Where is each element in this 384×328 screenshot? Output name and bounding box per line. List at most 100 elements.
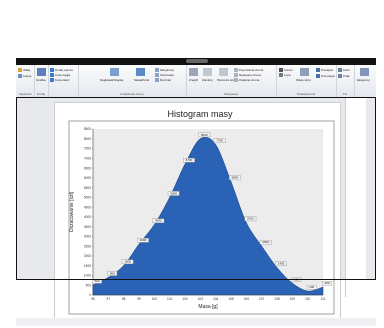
watermark-button[interactable]: Znak (343, 74, 350, 78)
copy-icon (18, 74, 22, 78)
y-tick-label: 6500 (84, 166, 91, 170)
chart-title: Histogram masy (167, 109, 233, 119)
zoom-out-button[interactable]: Pomniejsz (321, 74, 335, 78)
ribbon-group-label: Dodaj (37, 92, 45, 96)
paste-button[interactable]: Wklej (23, 68, 30, 72)
y-tick-label: 3000 (84, 235, 91, 239)
line-button[interactable]: Linia ciągła (55, 73, 70, 77)
header-footer-button[interactable]: Nagłówek/Stopka (100, 78, 123, 82)
cursor-button[interactable]: Kursor (284, 68, 293, 72)
y-tick-label: 5500 (84, 186, 91, 190)
ribbon-group-page-setup: Nagłówek/Stopka Skala/Kroki Marginesy Or… (78, 65, 187, 97)
first-page-icon (219, 68, 228, 76)
data-label: 200 (309, 285, 314, 289)
export-button[interactable]: Eksportuj (357, 78, 370, 82)
data-label: 2500 (262, 240, 269, 244)
last-page-icon (234, 78, 238, 82)
data-label: 3600 (155, 219, 162, 223)
close-preview-button[interactable]: Zamknij (202, 78, 213, 82)
orientation-icon (155, 73, 159, 77)
magnifier-button[interactable]: Lupa (284, 73, 291, 77)
previous-page-button[interactable]: Poprzednia strona (239, 68, 263, 72)
y-tick-label: 1000 (84, 274, 91, 278)
x-tick-label: 99 (137, 297, 141, 301)
ribbon-group-label: Clipboard (18, 92, 32, 96)
copy-button[interactable]: Kopiuj (23, 74, 31, 78)
multiple-pages-button[interactable]: Wiele stron (296, 78, 311, 82)
x-tick-label: 102 (182, 297, 188, 301)
orientation-button[interactable]: Orientacja (160, 73, 174, 77)
size-button[interactable]: Rozmiar (160, 78, 171, 82)
x-tick-label: 106 (244, 297, 250, 301)
scale-button[interactable]: Skala/Kroki (134, 78, 149, 82)
data-label: 400 (324, 281, 329, 285)
previous-page-icon (234, 68, 238, 72)
ribbon-group-zoom: Kursor Lupa Wiele stron Powiększ Pomniej… (276, 65, 337, 97)
x-tick-label: 108 (274, 297, 280, 301)
y-tick-label: 4000 (84, 215, 91, 219)
window-title-bar (16, 58, 376, 65)
title-bar-grip[interactable] (186, 59, 208, 63)
next-page-icon (234, 73, 238, 77)
ribbon-group-label: Nawigacja (224, 92, 238, 96)
x-tick-label: 111 (321, 297, 326, 301)
zoom-out-icon (316, 74, 320, 78)
comment-button[interactable]: Komentarz (55, 78, 70, 82)
y-tick-label: 7500 (84, 147, 91, 151)
multiple-pages-icon (300, 68, 309, 76)
close-preview-icon (203, 68, 212, 76)
comment-icon (50, 78, 54, 82)
page-color-button[interactable]: Kolor (343, 68, 350, 72)
histogram-chart: Histogram masy 0500100015002000250030003… (55, 103, 340, 323)
y-tick-label: 8000 (84, 137, 91, 141)
x-tick-label: 103 (198, 297, 204, 301)
size-icon (155, 78, 159, 82)
data-label: 1500 (124, 260, 131, 264)
page-color-icon (338, 68, 342, 72)
find-button[interactable]: Znajdź (189, 78, 198, 82)
data-label: 600 (294, 277, 299, 281)
insert-image-button[interactable]: Grafika (36, 78, 46, 82)
x-axis-label: Masa [g] (198, 304, 218, 310)
last-page-button[interactable]: Ostatnia strona (239, 78, 259, 82)
ribbon-group-clipboard: Wklej Kopiuj Clipboard (16, 65, 35, 97)
ribbon-group-label: Powiększenie (296, 92, 316, 96)
ribbon-group-chart: Dodaj wykres Linia ciągła Komentarz (48, 65, 79, 97)
zoom-in-button[interactable]: Powiększ (321, 68, 334, 72)
header-footer-icon (110, 68, 119, 76)
ribbon-group-label: Tło (342, 92, 348, 96)
ribbon-group-export: Eksportuj (354, 65, 376, 97)
watermark-icon (338, 74, 342, 78)
x-tick-label: 100 (152, 297, 158, 301)
cursor-icon (279, 68, 283, 72)
data-label: 500 (94, 279, 99, 283)
line-icon (50, 73, 54, 77)
y-tick-label: 1500 (84, 264, 91, 268)
y-tick-label: 6000 (84, 176, 91, 180)
ribbon-toolbar: Wklej Kopiuj Clipboard Grafika Dodaj Dod… (16, 65, 376, 98)
ribbon-group-navigation: Znajdź Zamknij Pierwsza strona Poprzedni… (186, 65, 277, 97)
y-axis-label: Oszacowanie [szt] (69, 191, 75, 232)
y-tick-label: 3500 (84, 225, 91, 229)
data-label: 6700 (186, 158, 193, 162)
y-tick-label: 2500 (84, 244, 91, 248)
data-label: 5000 (170, 191, 177, 195)
x-tick-label: 107 (259, 297, 265, 301)
magnifier-icon (279, 73, 283, 77)
data-label: 1400 (278, 262, 285, 266)
next-page-button[interactable]: Następna strona (239, 73, 261, 77)
ribbon-group-background: Kolor Znak Tło (336, 65, 355, 97)
x-tick-label: 104 (213, 297, 219, 301)
chart-icon (50, 68, 54, 72)
data-label: 3700 (247, 217, 254, 221)
image-icon (37, 68, 46, 76)
vertical-ruler (345, 97, 366, 297)
add-chart-button[interactable]: Dodaj wykres (55, 68, 73, 72)
status-bar (16, 318, 376, 326)
x-tick-label: 109 (290, 297, 296, 301)
zoom-in-icon (316, 68, 320, 72)
margins-button[interactable]: Marginesy (160, 68, 174, 72)
y-tick-label: 5000 (84, 196, 91, 200)
ribbon-group-label: Ustawienia strony (120, 92, 144, 96)
y-tick-label: 4500 (84, 205, 91, 209)
